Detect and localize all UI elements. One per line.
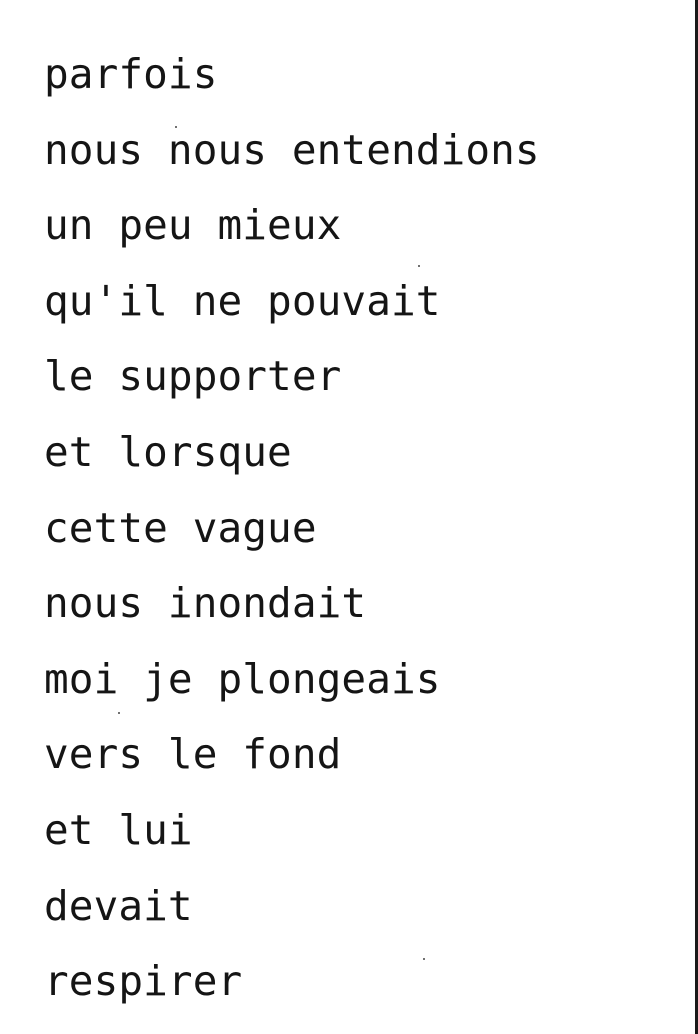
typewritten-page: parfois nous nous entendions un peu mieu… xyxy=(0,0,698,1034)
poem-line: le supporter xyxy=(44,352,342,401)
poem-line: et lui xyxy=(44,805,193,854)
poem-line: et lorsque xyxy=(44,427,292,476)
poem-line: parfois xyxy=(44,50,218,98)
poem-line: respirer xyxy=(44,957,243,1006)
poem-line: qu'il ne pouvait xyxy=(44,276,441,325)
poem-line: vers le fond xyxy=(44,730,342,779)
poem-line: devait xyxy=(44,881,193,930)
poem-line: nous inondait xyxy=(44,579,367,628)
poem-line: cette vague xyxy=(44,503,317,552)
poem-line: un peu mieux xyxy=(44,201,342,250)
paper-speck xyxy=(423,958,425,960)
poem-line: nous nous entendions xyxy=(44,125,540,174)
paper-speck xyxy=(418,265,420,267)
poem-line: moi je plongeais xyxy=(44,654,441,703)
poem: parfois nous nous entendions un peu mieu… xyxy=(44,46,540,1029)
paper-speck xyxy=(118,712,120,714)
paper-speck xyxy=(175,126,177,128)
